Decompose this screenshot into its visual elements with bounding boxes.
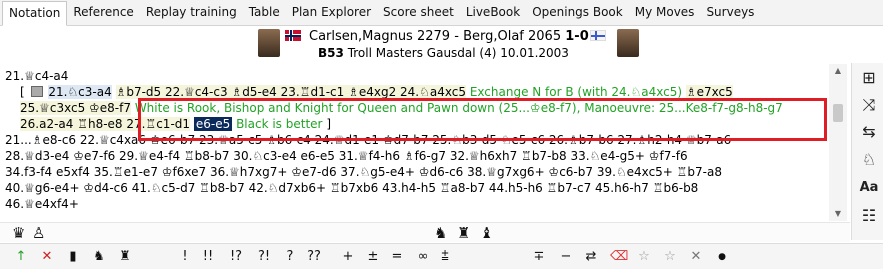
- piece-bar: ♛ ♙ ♞ ♜ ♝: [0, 222, 850, 242]
- tab-reference[interactable]: Reference: [67, 1, 139, 25]
- norway-flag-icon: [285, 30, 301, 41]
- arrows-icon[interactable]: ⇆: [858, 121, 880, 143]
- delete-variation-icon[interactable]: ✕: [40, 247, 54, 267]
- eco-code: B53: [318, 46, 344, 60]
- notation-line[interactable]: 34.f3-f4 e5xf4 35.♖e1-e7 ♔f6xe7 36.♕h7xg…: [5, 164, 722, 180]
- tab-livebook[interactable]: LiveBook: [460, 1, 526, 25]
- knight-icon[interactable]: ♞: [434, 224, 447, 242]
- queen-icon[interactable]: ♛: [12, 224, 25, 242]
- tab-bar: Notation Reference Replay training Table…: [0, 0, 883, 26]
- board-icon[interactable]: ⊞: [858, 67, 880, 89]
- tab-my-moves[interactable]: My Moves: [629, 1, 701, 25]
- eraser-icon[interactable]: ⌫: [610, 247, 628, 267]
- tab-score-sheet[interactable]: Score sheet: [377, 1, 460, 25]
- game-result: 1-0: [565, 29, 589, 44]
- notation-pane[interactable]: 21.♕c4-a4 [ 21.♘c3-a4 ♗b7-d5 22.♕c4-c3 ♗…: [2, 64, 850, 221]
- annotation-dubious-move[interactable]: ?!: [254, 247, 274, 267]
- annotation-mistake[interactable]: ?: [283, 247, 297, 267]
- white-player-photo: [258, 29, 280, 57]
- counterplay-icon[interactable]: ⇄: [584, 247, 598, 267]
- annotation-brilliant-move[interactable]: !!: [198, 247, 218, 267]
- tab-openings-book[interactable]: Openings Book: [526, 1, 629, 25]
- annotation-good-move[interactable]: !: [178, 247, 192, 267]
- event-line: B53 Troll Masters Gausdal (4) 10.01.2003: [318, 46, 569, 60]
- tree-icon[interactable]: ☷: [858, 205, 880, 227]
- tab-notation[interactable]: Notation: [2, 1, 68, 26]
- annotation-interesting-move[interactable]: !?: [226, 247, 246, 267]
- tab-plan-explorer[interactable]: Plan Explorer: [286, 1, 377, 25]
- eval-white-winning[interactable]: +−: [338, 247, 358, 267]
- tab-surveys[interactable]: Surveys: [700, 1, 760, 25]
- event-info: Troll Masters Gausdal (4) 10.01.2003: [347, 46, 569, 60]
- shuffle-icon[interactable]: ⤨: [858, 94, 880, 116]
- highlight-box: [138, 98, 827, 141]
- knight-annotation-icon[interactable]: ♞: [92, 247, 106, 267]
- black-player-photo: [617, 29, 639, 57]
- eval-black-better[interactable]: ∓: [532, 247, 546, 267]
- board-diagram-icon[interactable]: ▮: [66, 247, 80, 267]
- scroll-down-icon[interactable]: ▼: [829, 207, 847, 221]
- tab-replay-training[interactable]: Replay training: [140, 1, 243, 25]
- black-player-name[interactable]: Berg,Olaf: [463, 29, 524, 44]
- dot-icon[interactable]: ●: [716, 247, 728, 267]
- annotation-toolbar: ↑ ✕ ▮ ♞ ♜ ! !! !? ?! ? ?? +− ± = ∞ ⩲ ∓ −…: [0, 243, 883, 269]
- rook-annotation-icon[interactable]: ♜: [118, 247, 132, 267]
- font-icon[interactable]: Aa: [858, 177, 880, 199]
- white-player-elo: 2279: [416, 29, 451, 44]
- move-comment[interactable]: Exchange N for B (with 24.♘a4xc5): [470, 85, 682, 99]
- collapse-icon[interactable]: [30, 86, 43, 97]
- notation-line[interactable]: 28.♕d3-e4 ♔e7-f6 29.♕e4-f4 ♖b8-b7 30.♘c3…: [5, 148, 688, 164]
- variation-move[interactable]: 21.♘c3-a4: [48, 85, 112, 99]
- black-player-elo: 2065: [528, 29, 562, 44]
- promote-variation-icon[interactable]: ↑: [14, 247, 28, 267]
- finland-flag-icon: [590, 30, 606, 41]
- eval-white-slightly-better[interactable]: ⩲: [438, 247, 452, 267]
- annotation-blunder[interactable]: ??: [304, 247, 324, 267]
- notation-line[interactable]: 46.♕e4xf4+: [5, 196, 79, 212]
- players-separator: -: [454, 29, 459, 44]
- eval-black-winning[interactable]: −+: [556, 247, 576, 267]
- eval-white-better[interactable]: ±: [366, 247, 380, 267]
- scroll-thumb[interactable]: [833, 104, 843, 122]
- right-toolbar: ⊞ ⤨ ⇆ ♘ Aa ☷: [851, 63, 883, 240]
- notation-line[interactable]: 40.♕g6-e4+ ♔d4-c6 41.♘c5-d7 ♖b8-b7 42.♘d…: [5, 180, 698, 196]
- clear-annotations-icon[interactable]: ✕: [688, 247, 704, 267]
- eval-unclear[interactable]: ∞: [416, 247, 430, 267]
- game-header: Carlsen,Magnus 2279 - Berg,Olaf 2065 1-0…: [0, 27, 883, 63]
- notation-line[interactable]: 21.♕c4-a4: [5, 68, 68, 84]
- bulb-icon[interactable]: ♘: [858, 149, 880, 171]
- variation-open-bracket: [: [20, 85, 25, 99]
- variation-move[interactable]: ♗e7xc5: [685, 85, 733, 99]
- scroll-up-icon[interactable]: ▲: [829, 64, 847, 78]
- pawn-icon[interactable]: ♙: [32, 224, 45, 242]
- star-icon[interactable]: ☆: [636, 247, 652, 267]
- variation-moves[interactable]: ♗b7-d5 22.♕c4-c3 ♗d5-e4 23.♖d1-c1 ♗e4xg2…: [115, 85, 466, 99]
- star-icon[interactable]: ☆: [662, 247, 678, 267]
- vertical-scrollbar[interactable]: ▲ ▼: [829, 64, 847, 221]
- bishop-icon[interactable]: ♝: [480, 224, 493, 242]
- variation-moves[interactable]: 25.♕c3xc5 ♔e8-f7: [20, 101, 131, 115]
- eval-equal[interactable]: =: [390, 247, 404, 267]
- players-line: Carlsen,Magnus 2279 - Berg,Olaf 2065 1-0: [309, 29, 589, 44]
- rook-icon[interactable]: ♜: [457, 224, 470, 242]
- white-player-name[interactable]: Carlsen,Magnus: [309, 29, 413, 44]
- tab-table[interactable]: Table: [243, 1, 286, 25]
